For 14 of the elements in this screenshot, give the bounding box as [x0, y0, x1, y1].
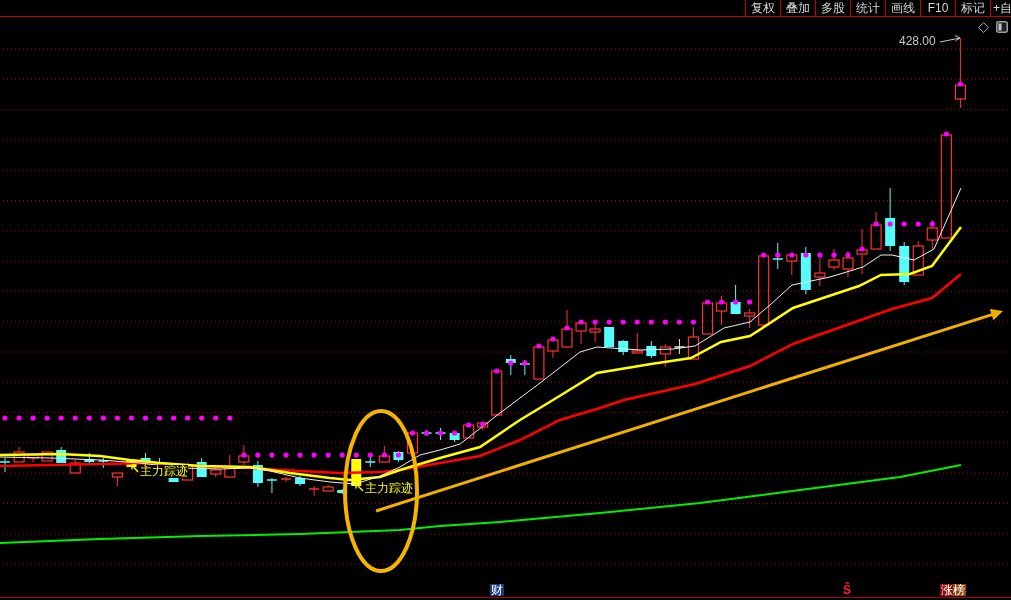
leader-arrow	[131, 464, 139, 473]
leader-arrow	[355, 483, 364, 492]
leader-arrow	[939, 35, 961, 43]
diamond-icon[interactable]	[978, 22, 989, 33]
toolbar-button[interactable]: +自	[990, 0, 1011, 16]
limit-up-marker[interactable]: 涨榜	[940, 584, 966, 596]
price-label: 428.00	[899, 35, 936, 48]
annotation-label: 主力踪迹	[140, 465, 188, 478]
panel-toggle-icon[interactable]	[996, 21, 1008, 33]
finance-marker[interactable]: 财	[490, 584, 504, 596]
annotation-label: 主力踪迹	[365, 482, 413, 495]
signal-marker[interactable]: Ŝ	[843, 584, 851, 596]
highlighted-candle	[351, 459, 362, 486]
highlighted-candle	[126, 460, 137, 467]
